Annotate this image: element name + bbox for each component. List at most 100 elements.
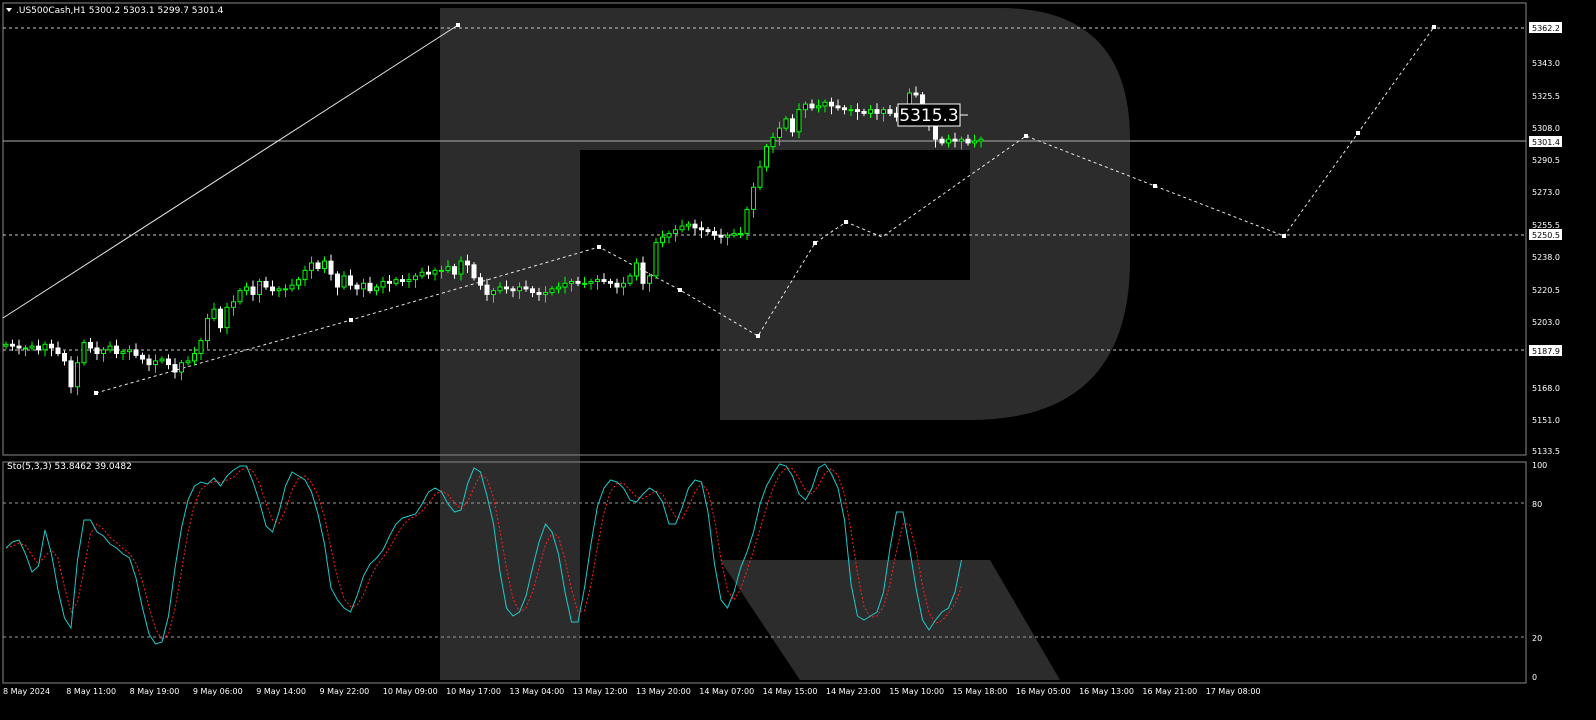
- candle-body: [237, 290, 243, 303]
- candle-body: [686, 223, 691, 227]
- candle-body: [10, 343, 15, 347]
- candle-body: [49, 343, 54, 349]
- candle-body: [348, 275, 353, 286]
- candle-body: [660, 236, 665, 244]
- candle-body: [484, 284, 490, 295]
- candle-body: [257, 280, 262, 295]
- candle-body: [738, 232, 743, 235]
- x-tick-label: 16 May 13:00: [1079, 687, 1134, 696]
- candle-body: [809, 103, 815, 109]
- candle-body: [452, 266, 457, 275]
- candle-body: [913, 92, 919, 96]
- candle-body: [517, 286, 522, 292]
- candle-body: [582, 282, 587, 285]
- candle-body: [959, 138, 964, 142]
- candle-body: [718, 234, 724, 238]
- candle-body: [94, 347, 100, 355]
- candle-body: [523, 286, 529, 290]
- x-tick-label: 8 May 11:00: [66, 687, 116, 696]
- candle-body: [868, 109, 873, 114]
- candle-body: [673, 229, 678, 234]
- x-tick-label: 14 May 23:00: [826, 687, 881, 696]
- sto-axis: 100 80 20 0: [1532, 461, 1547, 682]
- candle-body: [952, 138, 958, 142]
- candle-body: [250, 286, 256, 295]
- price-tag: 5362.2: [1532, 24, 1560, 33]
- candle-body: [120, 351, 126, 355]
- price-axis: 5343.0 5325.5 5308.0 5290.5 5273.0 5255.…: [1532, 59, 1560, 456]
- y-tick: 5273.0: [1532, 188, 1560, 197]
- candle-body: [380, 280, 386, 288]
- candle-body: [666, 232, 672, 238]
- candle-body: [796, 109, 802, 133]
- candle-body: [140, 354, 145, 360]
- candle-body: [835, 105, 841, 109]
- candle-body: [478, 277, 483, 286]
- candle-body: [887, 109, 893, 114]
- candle-body: [231, 301, 236, 308]
- candle-body: [426, 271, 431, 275]
- candle-body: [36, 345, 41, 351]
- time-axis: 8 May 2024 8 May 11:00 8 May 19:00 9 May 06…: [3, 687, 1261, 696]
- candle-body: [101, 349, 106, 355]
- y-tick: 5308.0: [1532, 124, 1560, 133]
- x-tick-label: 8 May 2024: [3, 687, 50, 696]
- solid-trend-line: [2, 24, 459, 319]
- x-tick-label: 13 May 12:00: [573, 687, 628, 696]
- candle-body: [634, 262, 639, 277]
- y-tick: 5325.5: [1532, 92, 1560, 101]
- candle-body: [296, 279, 301, 286]
- candle-body: [185, 360, 191, 364]
- candle-body: [419, 271, 425, 277]
- x-tick-label: 9 May 22:00: [320, 687, 370, 696]
- candle-body: [504, 286, 509, 290]
- candle-body: [491, 290, 496, 295]
- candle-body: [608, 280, 613, 284]
- candle-body: [29, 345, 35, 349]
- candle-body: [335, 273, 340, 288]
- candle-body: [569, 280, 574, 284]
- sub-panel-title: Sto(5,3,3) 53.8462 39.0482: [7, 462, 132, 472]
- candle-body: [751, 186, 756, 210]
- candle-body: [439, 269, 444, 272]
- candle-body: [822, 101, 828, 107]
- x-tick-label: 10 May 09:00: [383, 687, 438, 696]
- candle-body: [556, 286, 561, 290]
- candle-body: [367, 282, 373, 292]
- x-tick-label: 9 May 06:00: [193, 687, 243, 696]
- candle-body: [764, 146, 769, 168]
- price-tag: 5301.4: [1532, 138, 1560, 147]
- sto-tick: 0: [1532, 673, 1537, 682]
- sto-tick: 80: [1532, 500, 1542, 509]
- price-callout-text: 5315.3: [899, 106, 958, 126]
- candle-body: [543, 292, 548, 295]
- candle-body: [16, 345, 22, 349]
- candle-body: [621, 282, 626, 288]
- candle-body: [705, 229, 711, 233]
- candle-body: [146, 358, 152, 366]
- y-tick: 5168.0: [1532, 384, 1560, 393]
- candle-body: [127, 349, 132, 353]
- candle-body: [88, 341, 93, 349]
- candle-body: [536, 292, 542, 295]
- dropdown-arrow-icon[interactable]: [6, 8, 12, 12]
- candle-body: [406, 279, 412, 282]
- candle-body: [874, 109, 880, 114]
- trading-chart[interactable]: 5315.3 .US500Cash,H1 5300.2 5303.1 5299.…: [0, 0, 1596, 716]
- candle-body: [75, 362, 80, 388]
- candle-body: [855, 109, 860, 113]
- candle-body: [198, 340, 204, 355]
- candle-body: [328, 260, 334, 275]
- candle-body: [341, 275, 347, 288]
- y-tick: 5151.0: [1532, 416, 1560, 425]
- candle-body: [133, 349, 139, 356]
- x-tick-label: 14 May 07:00: [699, 687, 754, 696]
- x-tick-label: 13 May 20:00: [636, 687, 691, 696]
- candle-body: [575, 280, 581, 284]
- candle-body: [309, 262, 314, 271]
- candle-body: [972, 140, 977, 144]
- y-tick: 5203.0: [1532, 318, 1560, 327]
- y-tick: 5290.5: [1532, 156, 1560, 165]
- x-tick-label: 14 May 15:00: [763, 687, 818, 696]
- x-tick-label: 17 May 08:00: [1206, 687, 1261, 696]
